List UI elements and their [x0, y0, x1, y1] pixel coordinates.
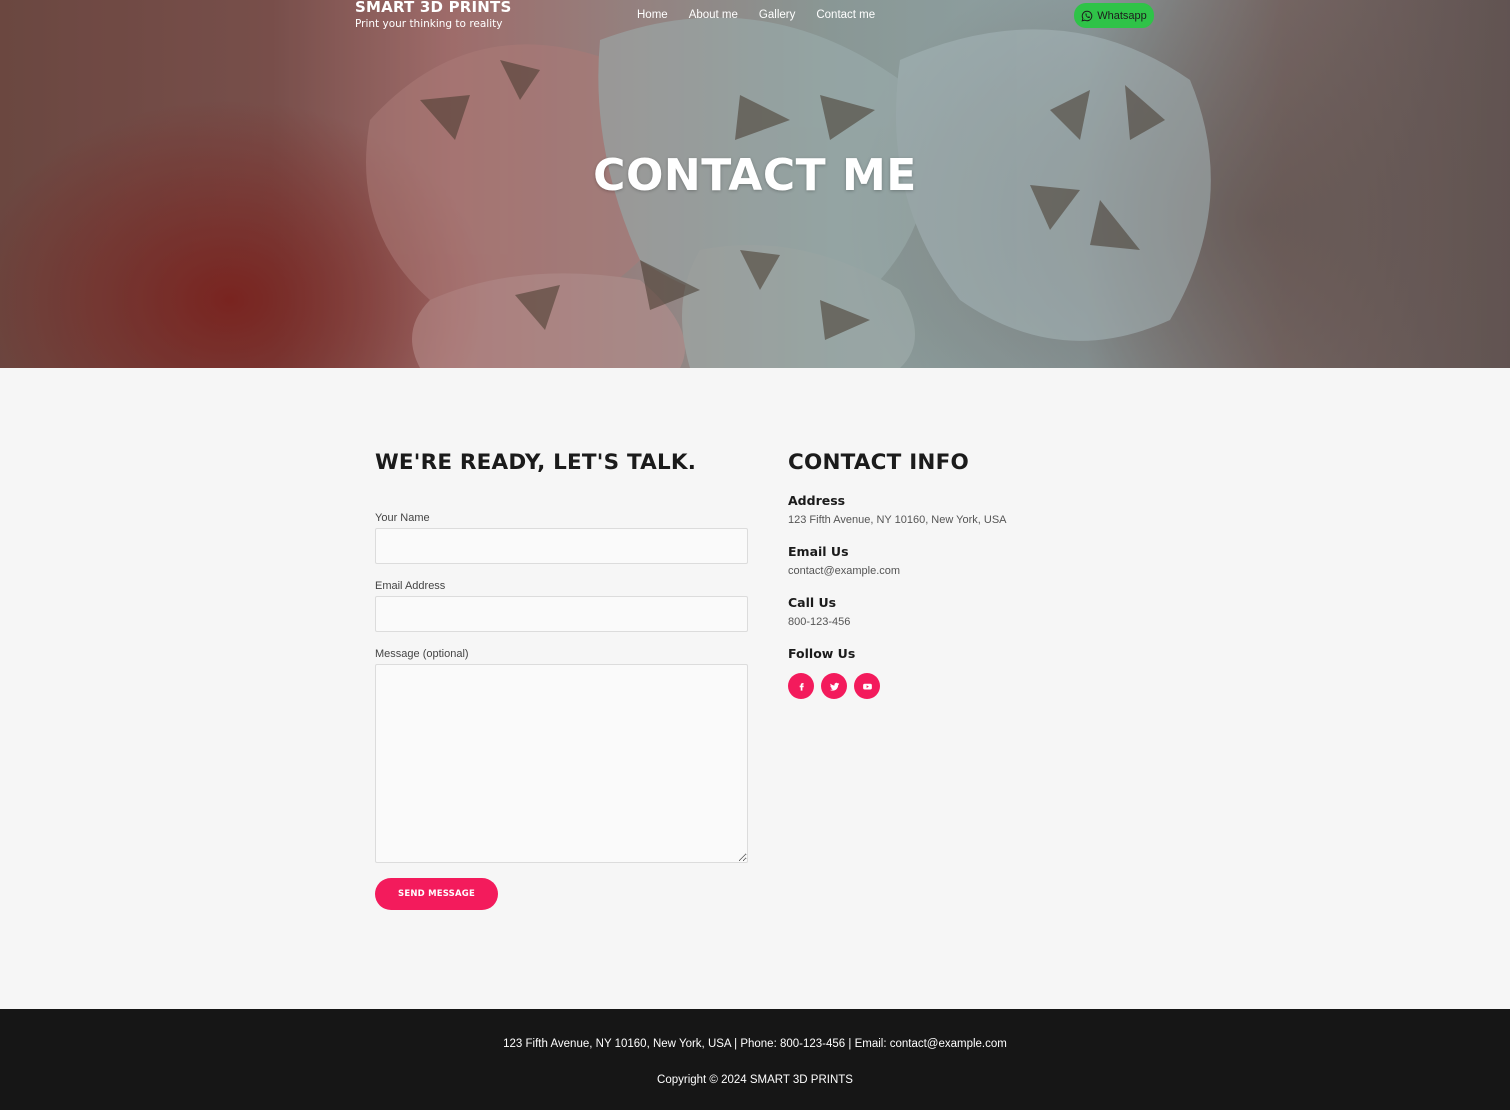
form-heading: WE'RE READY, LET'S TALK. [375, 450, 697, 475]
youtube-button[interactable] [854, 673, 880, 699]
call-us-value[interactable]: 800-123-456 [788, 616, 1108, 628]
brand[interactable]: SMART 3D PRINTS Print your thinking to r… [355, 0, 512, 30]
whatsapp-button[interactable]: Whatsapp [1074, 3, 1154, 28]
twitter-button[interactable] [821, 673, 847, 699]
email-us-value[interactable]: contact@example.com [788, 565, 1108, 577]
whatsapp-icon [1081, 10, 1093, 21]
address-value: 123 Fifth Avenue, NY 10160, New York, US… [788, 514, 1007, 526]
page-title: CONTACT ME [593, 150, 917, 201]
message-field[interactable] [375, 664, 748, 863]
nav-item-contact[interactable]: Contact me [816, 9, 875, 21]
email-us-label: Email Us [788, 544, 849, 559]
email-field[interactable] [375, 596, 748, 632]
footer-copyright: Copyright © 2024 SMART 3D PRINTS [657, 1074, 853, 1086]
address-label: Address [788, 493, 846, 508]
contact-section: WE'RE READY, LET'S TALK. Your Name Email… [0, 368, 1510, 1009]
brand-tagline: Print your thinking to reality [355, 18, 503, 30]
nav-item-about[interactable]: About me [689, 9, 738, 21]
social-links [788, 673, 1108, 699]
email-label: Email Address [375, 580, 446, 592]
contact-info-heading: CONTACT INFO [788, 450, 969, 475]
facebook-icon [799, 682, 804, 691]
contact-form: WE'RE READY, LET'S TALK. Your Name Email… [375, 450, 748, 910]
facebook-button[interactable] [788, 673, 814, 699]
contact-info: CONTACT INFO Address 123 Fifth Avenue, N… [788, 450, 1108, 699]
footer: 123 Fifth Avenue, NY 10160, New York, US… [0, 1009, 1510, 1110]
name-label: Your Name [375, 512, 430, 524]
main-nav: Home About me Gallery Contact me [637, 9, 875, 21]
footer-contact-info: 123 Fifth Avenue, NY 10160, New York, US… [503, 1038, 1007, 1050]
hero-banner: SMART 3D PRINTS Print your thinking to r… [0, 0, 1510, 368]
call-us-label: Call Us [788, 595, 837, 610]
send-message-button[interactable]: SEND MESSAGE [375, 878, 498, 910]
message-label: Message (optional) [375, 648, 469, 660]
nav-item-gallery[interactable]: Gallery [759, 9, 795, 21]
name-field[interactable] [375, 528, 748, 564]
brand-name[interactable]: SMART 3D PRINTS [355, 0, 512, 16]
whatsapp-label: Whatsapp [1097, 9, 1147, 22]
twitter-icon [829, 682, 839, 691]
youtube-icon [862, 683, 872, 689]
follow-us-label: Follow Us [788, 646, 856, 661]
nav-item-home[interactable]: Home [637, 9, 668, 21]
